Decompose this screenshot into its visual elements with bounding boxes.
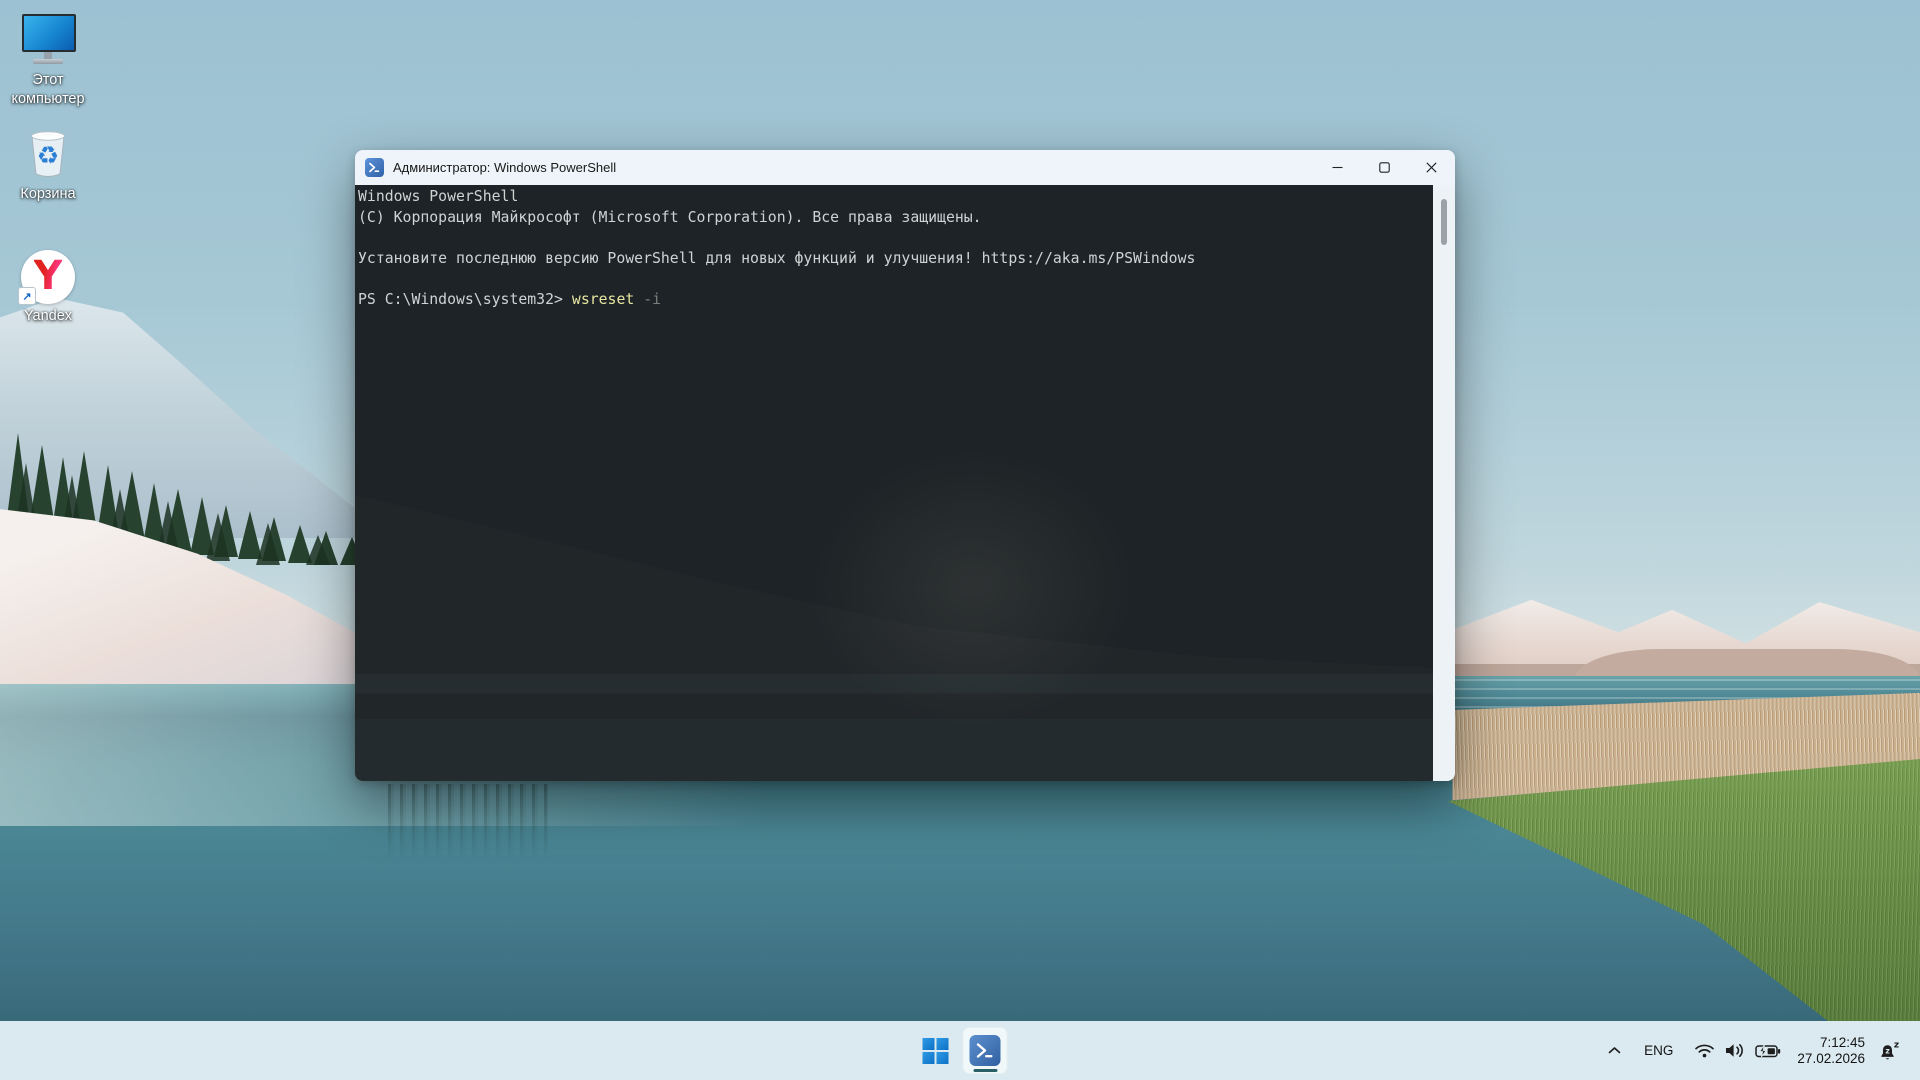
terminal-command: wsreset xyxy=(571,290,635,308)
powershell-icon xyxy=(969,1035,1001,1066)
wallpaper-hill-dome xyxy=(1575,649,1920,679)
maximize-icon xyxy=(1379,162,1390,173)
running-app-indicator xyxy=(973,1069,997,1072)
close-icon xyxy=(1426,162,1437,173)
do-not-disturb-bell-icon: z z xyxy=(1881,1040,1899,1059)
desktop-icon-this-pc[interactable]: Этот компьютер xyxy=(2,10,94,109)
windows-logo-icon xyxy=(922,1037,948,1064)
screen: Этот компьютер ♻ Корзина Y ↗ Yandex Адми… xyxy=(0,0,1920,1080)
wallpaper-tree-reflection xyxy=(388,784,548,864)
terminal-line: (C) Корпорация Майкрософт (Microsoft Cor… xyxy=(358,208,982,226)
yandex-browser-icon: Y ↗ xyxy=(18,250,75,305)
notification-center-button[interactable]: z z xyxy=(1877,1039,1902,1063)
language-indicator[interactable]: ENG xyxy=(1644,1043,1673,1058)
chevron-up-icon xyxy=(1608,1047,1621,1054)
taskbar: ENG 7:12:45 27.02.2026 z z xyxy=(0,1021,1920,1080)
battery-indicator[interactable] xyxy=(1755,1043,1781,1059)
terminal-output[interactable]: Windows PowerShell (C) Корпорация Майкро… xyxy=(355,185,1433,781)
desktop-icon-label: Этот компьютер xyxy=(11,72,85,108)
terminal-scrollbar[interactable] xyxy=(1433,185,1455,781)
terminal-prompt: PS C:\Windows\system32> xyxy=(358,290,563,308)
desktop-icon-recycle-bin[interactable]: ♻ Корзина xyxy=(2,124,94,204)
terminal-line: Windows PowerShell xyxy=(358,188,519,205)
taskbar-powershell-button[interactable] xyxy=(962,1027,1008,1074)
powershell-window: Администратор: Windows PowerShell Window… xyxy=(355,150,1455,781)
terminal-line: Установите последнюю версию PowerShell д… xyxy=(358,249,1196,267)
wifi-icon xyxy=(1695,1044,1715,1058)
start-button[interactable] xyxy=(913,1027,958,1074)
svg-text:z: z xyxy=(1894,1040,1899,1050)
this-pc-icon xyxy=(20,12,76,68)
desktop-icon-label: Корзина xyxy=(20,186,76,202)
clock-date: 27.02.2026 xyxy=(1797,1050,1865,1066)
taskbar-clock[interactable]: 7:12:45 27.02.2026 xyxy=(1797,1035,1865,1066)
speaker-icon xyxy=(1726,1044,1744,1057)
wifi-indicator[interactable] xyxy=(1694,1042,1715,1059)
volume-indicator[interactable] xyxy=(1724,1042,1746,1059)
terminal-acrylic-water xyxy=(355,673,1433,781)
powershell-icon xyxy=(365,158,384,177)
battery-charging-icon xyxy=(1755,1044,1781,1057)
svg-text:z: z xyxy=(1885,1046,1889,1055)
close-button[interactable] xyxy=(1408,150,1455,185)
minimize-button[interactable] xyxy=(1314,150,1361,185)
svg-text:♻: ♻ xyxy=(37,141,59,170)
desktop-icon-yandex[interactable]: Y ↗ Yandex xyxy=(2,246,94,326)
recycle-bin-icon: ♻ xyxy=(31,131,65,177)
scrollbar-thumb[interactable] xyxy=(1441,199,1447,245)
clock-time: 7:12:45 xyxy=(1819,1035,1865,1050)
terminal-prompt-line: PS C:\Windows\system32> wsreset -i xyxy=(358,290,1433,311)
desktop-icon-label: Yandex xyxy=(23,308,73,324)
maximize-button[interactable] xyxy=(1361,150,1408,185)
tray-chevron-up[interactable] xyxy=(1607,1046,1622,1055)
shortcut-arrow-icon: ↗ xyxy=(18,287,36,305)
minimize-icon xyxy=(1332,166,1343,169)
window-titlebar[interactable]: Администратор: Windows PowerShell xyxy=(355,150,1455,185)
window-title: Администратор: Windows PowerShell xyxy=(393,160,617,175)
terminal-suggestion: -i xyxy=(643,290,662,308)
